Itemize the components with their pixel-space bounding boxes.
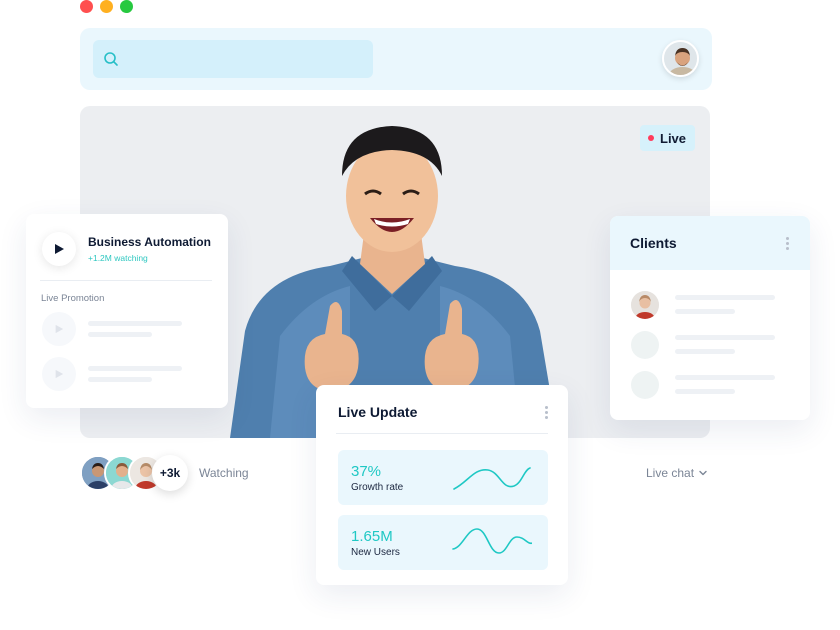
placeholder-line (88, 377, 152, 382)
placeholder-line (88, 321, 182, 326)
stat-value: 37% (351, 463, 382, 480)
placeholder-line (675, 309, 735, 314)
placeholder-line (675, 335, 775, 340)
playlist-item-play-button[interactable] (42, 312, 76, 346)
viewer-avatars[interactable]: +3k (80, 455, 200, 491)
playlist-card: Business Automation +1.2M watching Live … (26, 214, 228, 408)
placeholder-line (675, 375, 775, 380)
placeholder-line (88, 332, 152, 337)
divider (336, 433, 548, 434)
live-update-card: Live Update 37% Growth rate 1.65M New Us… (316, 385, 568, 585)
more-options-icon[interactable] (786, 237, 789, 250)
minimize-window-button[interactable] (100, 0, 113, 13)
live-update-title: Live Update (338, 404, 418, 420)
window-controls (80, 0, 133, 13)
play-button[interactable] (42, 232, 76, 266)
watching-count: +1.2M watching (88, 253, 148, 263)
placeholder-line (675, 389, 735, 394)
section-label: Live Promotion (41, 293, 105, 304)
client-avatar[interactable] (631, 331, 659, 359)
placeholder-line (675, 295, 775, 300)
playlist-item-play-button[interactable] (42, 357, 76, 391)
play-icon (55, 244, 64, 254)
stat-value: 1.65M (351, 528, 393, 545)
play-icon (55, 369, 64, 379)
stat-label: Growth rate (351, 482, 404, 493)
sparkline-icon (452, 528, 532, 554)
live-chat-toggle[interactable]: Live chat (646, 466, 708, 480)
clients-title: Clients (630, 235, 677, 251)
watching-label: Watching (199, 466, 249, 480)
viewer-count-badge: +3k (152, 455, 188, 491)
client-avatar[interactable] (631, 371, 659, 399)
placeholder-line (675, 349, 735, 354)
stat-growth-rate: 37% Growth rate (338, 450, 548, 505)
more-options-icon[interactable] (545, 406, 548, 419)
playlist-title: Business Automation (88, 235, 211, 249)
maximize-window-button[interactable] (120, 0, 133, 13)
search-input[interactable] (93, 40, 373, 78)
divider (40, 280, 212, 281)
close-window-button[interactable] (80, 0, 93, 13)
live-badge: Live (640, 125, 696, 151)
sparkline-icon (453, 467, 531, 490)
live-chat-label: Live chat (646, 466, 695, 480)
clients-card: Clients (610, 216, 810, 420)
live-label: Live (660, 130, 687, 146)
placeholder-line (88, 366, 182, 371)
play-icon (55, 324, 64, 334)
chevron-down-icon (699, 470, 707, 476)
client-avatar[interactable] (631, 291, 659, 319)
top-bar (80, 28, 712, 90)
user-avatar[interactable] (662, 40, 699, 77)
stat-label: New Users (351, 547, 400, 558)
search-icon (104, 52, 118, 66)
live-indicator-dot (648, 135, 654, 141)
stat-new-users: 1.65M New Users (338, 515, 548, 570)
